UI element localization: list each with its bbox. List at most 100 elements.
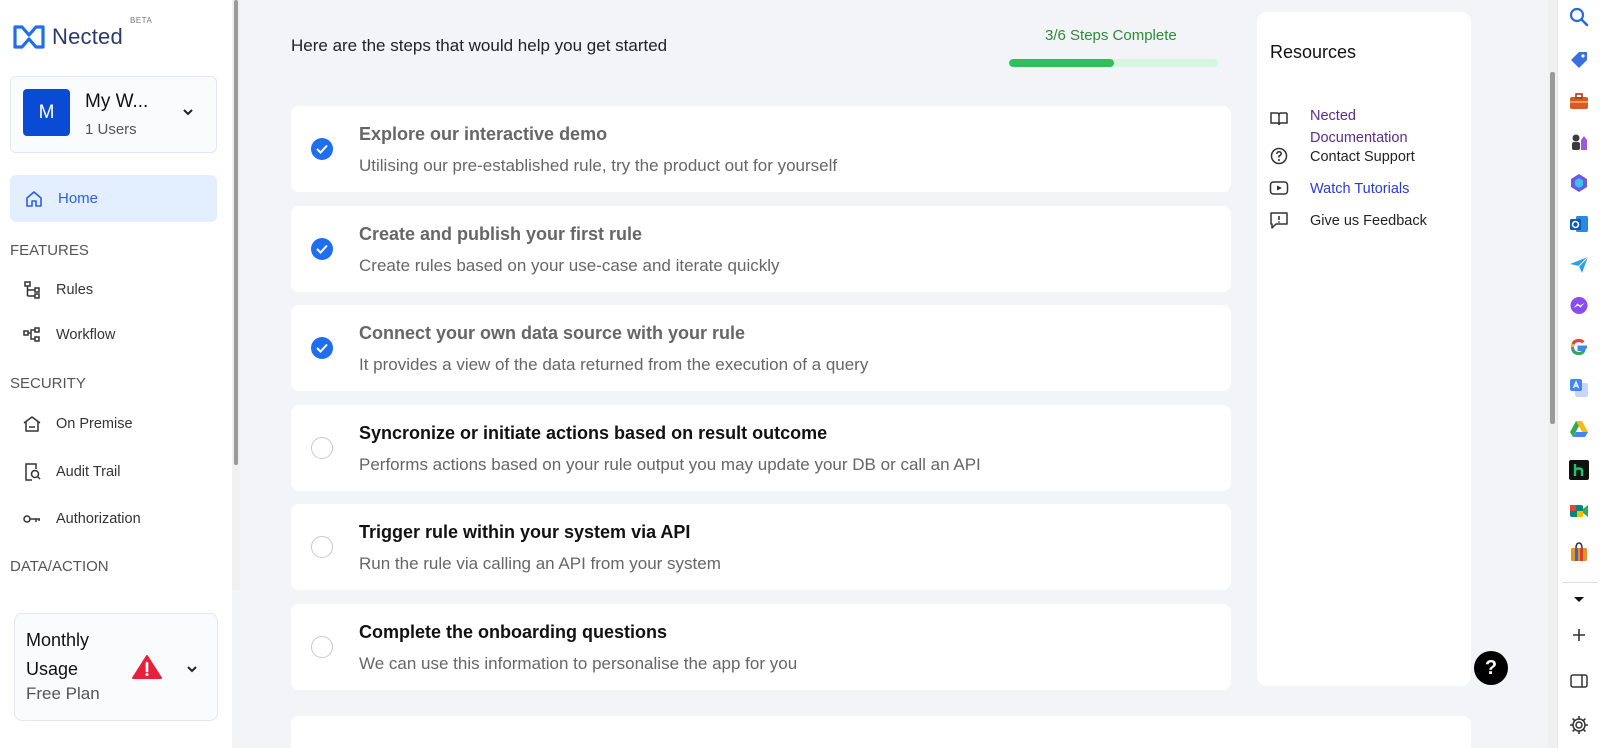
- progress-label: 3/6 Steps Complete: [1045, 27, 1177, 44]
- workflow-icon: [23, 327, 40, 342]
- resource-label: Watch Tutorials: [1310, 181, 1410, 197]
- home-icon: [26, 190, 42, 207]
- resources-title: Resources: [1270, 42, 1357, 62]
- resource-label: Give us Feedback: [1310, 213, 1427, 229]
- security-heading: SECURITY: [10, 375, 86, 392]
- step-description: We can use this information to personali…: [359, 654, 798, 673]
- step-description: Create rules based on your use-case and …: [359, 256, 780, 275]
- sidebar: Nected BETA M My W... 1 Users Home FEATU…: [0, 0, 232, 748]
- divider: [1562, 582, 1598, 583]
- sidebar-item-on-premise[interactable]: On Premise: [22, 412, 133, 436]
- plus-icon[interactable]: [1568, 624, 1590, 646]
- onboarding-step[interactable]: Connect your own data source with your r…: [291, 305, 1231, 391]
- tag-icon[interactable]: [1568, 49, 1590, 71]
- workspace-name: My W...: [85, 91, 149, 112]
- onboarding-step[interactable]: Complete the onboarding questions We can …: [291, 604, 1231, 690]
- onboarding-step[interactable]: Explore our interactive demo Utilising ou…: [291, 106, 1231, 192]
- video-play-icon: [1269, 181, 1289, 195]
- onboarding-step[interactable]: Create and publish your first rule Create…: [291, 206, 1231, 292]
- progress-bar: [1009, 59, 1218, 67]
- sidebar-item-label: Authorization: [56, 511, 141, 527]
- empty-circle-icon: [311, 536, 333, 558]
- step-description: It provides a view of the data returned …: [359, 355, 869, 374]
- nected-logo-icon: [13, 25, 45, 49]
- feedback-icon: [1270, 212, 1288, 229]
- copilot-icon[interactable]: [1568, 172, 1590, 194]
- sidebar-item-label: On Premise: [56, 416, 133, 432]
- step-title: Connect your own data source with your r…: [359, 323, 746, 343]
- step-title: Explore our interactive demo: [359, 124, 608, 144]
- h-app-icon[interactable]: [1568, 459, 1590, 481]
- empty-circle-icon: [311, 636, 333, 658]
- caret-down-icon[interactable]: [1568, 588, 1590, 610]
- audit-search-icon: [25, 463, 41, 481]
- usage-title: Monthly Usage: [26, 630, 90, 679]
- google-icon[interactable]: [1568, 336, 1590, 358]
- monthly-usage-card[interactable]: Monthly Usage Free Plan: [14, 613, 218, 721]
- help-button[interactable]: ?: [1474, 651, 1508, 685]
- beta-badge: BETA: [130, 16, 153, 25]
- usage-plan: Free Plan: [26, 684, 100, 703]
- resources-panel: Resources Nected Documentation Contact S…: [1257, 12, 1471, 686]
- sidebar-scrollbar[interactable]: [234, 0, 238, 465]
- briefcase-icon[interactable]: [1568, 90, 1590, 112]
- brand-name: Nected: [52, 24, 123, 49]
- workspace-avatar: M: [23, 89, 70, 136]
- step-title: Trigger rule within your system via API: [359, 522, 691, 542]
- check-circle-icon: [311, 238, 333, 260]
- step-description: Run the rule via calling an API from you…: [359, 554, 721, 573]
- chess-pieces-icon[interactable]: [1568, 131, 1590, 153]
- check-circle-icon: [311, 337, 333, 359]
- sidebar-item-label: Workflow: [56, 327, 116, 343]
- help-circle-icon: [1270, 147, 1288, 165]
- step-title: Create and publish your first rule: [359, 224, 643, 244]
- data-action-heading: DATA/ACTION: [10, 558, 109, 575]
- step-title: Complete the onboarding questions: [359, 622, 668, 642]
- send-icon[interactable]: [1568, 254, 1590, 276]
- resource-label: Contact Support: [1310, 149, 1415, 165]
- main-scrollbar[interactable]: [1550, 72, 1555, 424]
- drive-icon[interactable]: [1568, 418, 1590, 440]
- sidebar-item-label: Rules: [56, 282, 94, 298]
- browser-sidebar: [1557, 0, 1600, 748]
- book-icon: [1270, 112, 1288, 126]
- resource-watch-tutorials-link[interactable]: Watch Tutorials: [1269, 178, 1409, 200]
- resource-documentation-link[interactable]: Nected Documentation: [1269, 105, 1420, 149]
- gift-bag-icon[interactable]: [1568, 541, 1590, 563]
- meet-icon[interactable]: [1568, 500, 1590, 522]
- rules-icon: [24, 281, 40, 299]
- check-circle-icon: [311, 138, 333, 160]
- chevron-down-icon[interactable]: [181, 105, 195, 119]
- sidebar-item-authorization[interactable]: Authorization: [22, 507, 141, 531]
- sidebar-item-audit-trail[interactable]: Audit Trail: [22, 460, 120, 484]
- resource-label: Nected Documentation: [1310, 108, 1408, 146]
- resource-contact-support-link[interactable]: Contact Support: [1269, 146, 1415, 168]
- empty-circle-icon: [311, 437, 333, 459]
- progress-fill: [1009, 59, 1114, 67]
- messenger-icon[interactable]: [1568, 295, 1590, 317]
- step-title: Syncronize or initiate actions based on …: [359, 423, 828, 443]
- step-description: Performs actions based on your rule outp…: [359, 455, 981, 474]
- key-icon: [23, 515, 40, 523]
- brand-logo[interactable]: Nected: [12, 22, 123, 52]
- sidebar-item-rules[interactable]: Rules: [22, 278, 93, 302]
- sidebar-item-label: Home: [58, 190, 99, 207]
- building-icon: [23, 416, 41, 432]
- translate-icon[interactable]: [1568, 377, 1590, 399]
- outlook-icon[interactable]: [1568, 213, 1590, 235]
- page-title: Here are the steps that would help you g…: [291, 36, 668, 55]
- search-icon[interactable]: [1568, 6, 1590, 28]
- sidebar-item-home[interactable]: Home: [10, 175, 217, 222]
- resource-feedback-link[interactable]: Give us Feedback: [1269, 210, 1427, 232]
- chevron-down-icon[interactable]: [185, 662, 199, 676]
- workspace-switcher[interactable]: M My W... 1 Users: [10, 76, 217, 153]
- warning-icon: [132, 655, 162, 679]
- workspace-users: 1 Users: [85, 121, 137, 138]
- sidebar-item-workflow[interactable]: Workflow: [22, 323, 115, 347]
- onboarding-step[interactable]: Syncronize or initiate actions based on …: [291, 405, 1231, 491]
- bottom-card: [291, 716, 1471, 748]
- onboarding-step[interactable]: Trigger rule within your system via API R…: [291, 504, 1231, 590]
- sidebar-toggle-icon[interactable]: [1568, 670, 1590, 692]
- gear-icon[interactable]: [1568, 714, 1590, 736]
- step-description: Utilising our pre-established rule, try …: [359, 156, 838, 175]
